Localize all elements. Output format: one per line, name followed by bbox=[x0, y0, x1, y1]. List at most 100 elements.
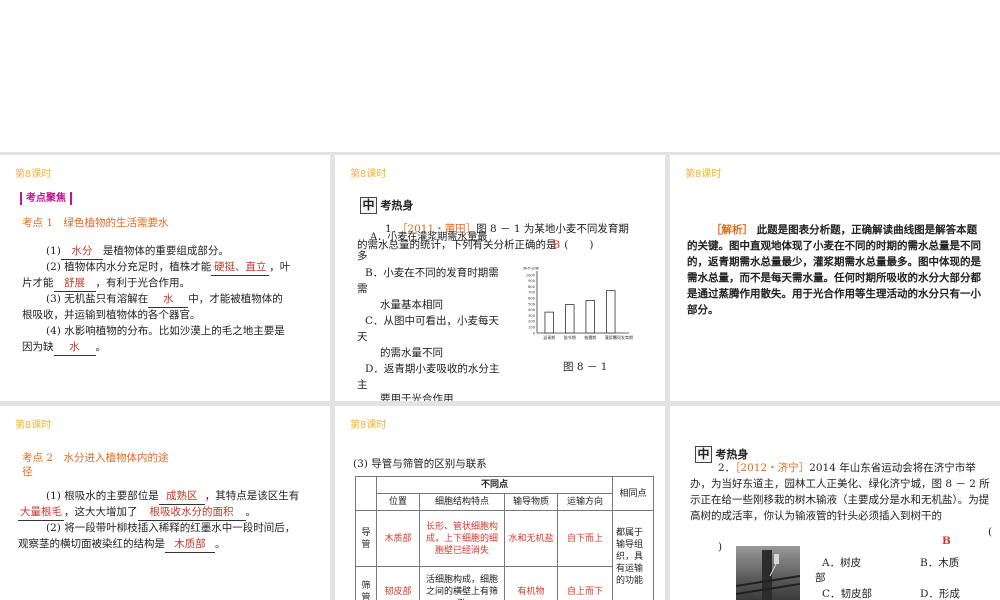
option-d[interactable]: D．形成 bbox=[920, 586, 960, 600]
y-tick-label: 0 bbox=[533, 331, 536, 335]
y-tick-label: 800 bbox=[528, 285, 536, 289]
row-sieve-structure: 活细胞构成，细胞之间的横壁上有筛孔 bbox=[419, 566, 505, 600]
row-sieve-position: 韧皮部 bbox=[376, 566, 420, 600]
answer-blank: 硬挺、直立 bbox=[211, 259, 270, 276]
line-4: 观察茎的横切面被染红的结构是 木质部。 bbox=[18, 536, 226, 553]
row-vessel-position: 木质部 bbox=[376, 510, 420, 567]
line-1: (1) 水分 是植物体的重要组成部分。 bbox=[46, 243, 316, 260]
figure-8-1-bar-chart: 需水总量 0100 200 300 400 500600 700 800 900 1000 返青期 拔… bbox=[523, 267, 633, 340]
option-d-cont-2: 要用于光合作用 bbox=[380, 393, 454, 401]
lesson-header: 第8课时 bbox=[685, 169, 722, 180]
answer-blank: 舒展 bbox=[53, 275, 96, 292]
header-direction: 运输方向 bbox=[557, 493, 613, 511]
point-title: 考点 1 绿色植物的生活需要水 bbox=[22, 217, 169, 229]
comparison-table: 不同点 相同点 位置 细胞结构特点 输导物质 运输方向 导管 木质部 长形、管状… bbox=[355, 476, 654, 600]
table-corner bbox=[355, 476, 377, 511]
tree-infusion-photo bbox=[735, 546, 801, 600]
top-blank-area bbox=[0, 0, 1000, 152]
option-c-cont-1: 天 bbox=[357, 331, 368, 343]
option-a[interactable]: A．树皮 bbox=[822, 555, 861, 571]
option-b-cont-2: 水量基本相同 bbox=[380, 299, 443, 311]
option-c[interactable]: C．韧皮部 bbox=[822, 586, 872, 600]
option-b[interactable]: B．木质 bbox=[920, 555, 959, 571]
x-tick-label: 拔节期 bbox=[564, 334, 576, 340]
table-title: (3) 导管与筛管的区别与联系 bbox=[353, 458, 487, 470]
line-3: (2) 将一段带叶柳枝插入稀释的红墨水中一段时间后， bbox=[46, 522, 296, 534]
line-4: (3) 无机盐只有溶解在水中，才能被植物体的 bbox=[46, 291, 316, 308]
line-2: (2) 植物体内水分充足时，植株才能 硬挺、直立 ，叶 bbox=[46, 259, 316, 276]
slide-2[interactable]: 第8课时 中 考热身 1．［2011・莆田］图 8 － 1 为某地小麦不同发育期… bbox=[335, 155, 665, 401]
answer-blank: 水 bbox=[53, 339, 96, 356]
section-heading: 中 考热身 bbox=[360, 197, 413, 214]
point-title: 考点 2 水分进入植物体内的途 bbox=[22, 452, 169, 464]
zhong-box: 中 bbox=[360, 197, 377, 214]
slide-5[interactable]: 第8课时 (3) 导管与筛管的区别与联系 不同点 相同点 位置 细胞结构特点 输… bbox=[335, 406, 665, 600]
option-d-cont-1: 主 bbox=[357, 379, 368, 391]
lesson-header: 第8课时 bbox=[350, 420, 387, 431]
y-tick-label: 400 bbox=[528, 308, 536, 312]
slide-6[interactable]: 中 考热身 2．［2012・济宁］2014 年山东省运动会将在济宁市举办，为当好… bbox=[670, 406, 1000, 600]
y-tick-label: 900 bbox=[528, 279, 536, 283]
analysis-label: ［解析］ bbox=[711, 224, 753, 236]
analysis-paragraph: ［解析］ 此题是图表分析题，正确解读曲线图是解答本题的关键。图中直观地体现了小麦… bbox=[687, 222, 987, 318]
option-a[interactable]: A．小麦在灌浆期需水量最 bbox=[370, 230, 520, 246]
row-sieve-substance: 有机物 bbox=[504, 566, 558, 600]
line-1: (1) 根吸水的主要部位是 成熟区 ，其特点是该区生有 bbox=[46, 488, 316, 505]
y-tick-label: 600 bbox=[528, 297, 536, 301]
bar bbox=[585, 300, 595, 334]
row-sieve-direction: 自上而下 bbox=[557, 566, 613, 600]
x-tick-label: 抽穗期 bbox=[584, 334, 596, 340]
line-2: 大量根毛 ，这大大增加了 根吸收水分的面积。 bbox=[18, 504, 318, 521]
tree-trunk-icon bbox=[735, 550, 801, 600]
point-title-cont: 径 bbox=[22, 466, 33, 478]
y-tick-label: 1000 bbox=[526, 273, 536, 277]
paren-left: ( bbox=[988, 526, 993, 538]
answer-blank: 木质部 bbox=[165, 536, 215, 553]
option-c-cont-2: 的需水量不同 bbox=[380, 347, 443, 359]
header-position: 位置 bbox=[376, 493, 420, 511]
answer-blank: 水分 bbox=[60, 243, 103, 260]
paren-right: ) bbox=[718, 541, 723, 553]
option-b-cont-1: 需 bbox=[357, 283, 368, 295]
bar bbox=[606, 290, 616, 334]
x-axis-label: 不同发育期 bbox=[613, 334, 633, 340]
answer-blank: 大量根毛 bbox=[18, 504, 64, 521]
question-2: 2．［2012・济宁］2014 年山东省运动会将在济宁市举办，为当好东道主，园林… bbox=[690, 462, 990, 522]
option-b-cont: 部 bbox=[815, 572, 826, 584]
lesson-header: 第8课时 bbox=[15, 420, 52, 431]
header-structure: 细胞结构特点 bbox=[419, 493, 505, 511]
header-different: 不同点 bbox=[376, 476, 613, 494]
analysis-text: 此题是图表分析题，正确解读曲线图是解答本题的关键。图中直观地体现了小麦在不同的时… bbox=[687, 224, 981, 316]
option-a-cont: 多 bbox=[357, 250, 368, 262]
y-tick-label: 200 bbox=[528, 320, 536, 324]
y-tick-label: 700 bbox=[528, 291, 536, 295]
header-substance: 输导物质 bbox=[504, 493, 558, 511]
section-box: 考点聚焦 bbox=[20, 192, 72, 205]
y-axis-label: 需水总量 bbox=[523, 267, 539, 270]
row-vessel-name: 导管 bbox=[355, 510, 377, 567]
option-d[interactable]: D．返青期小麦吸收的水分主 bbox=[365, 361, 515, 377]
lesson-header: 第8课时 bbox=[15, 169, 52, 180]
comparison-table-wrap: 不同点 相同点 位置 细胞结构特点 输导物质 运输方向 导管 木质部 长形、管状… bbox=[355, 476, 654, 600]
y-tick-label: 500 bbox=[528, 302, 536, 306]
answer-blank: 成熟区 bbox=[158, 488, 205, 505]
row-vessel-direction: 自下而上 bbox=[557, 510, 613, 567]
row-sieve-name: 筛管 bbox=[355, 566, 377, 600]
row-vessel-structure: 长形、管状细胞构成，上下细胞的细胞壁已经消失 bbox=[419, 510, 505, 567]
bar bbox=[544, 311, 554, 334]
option-b[interactable]: B．小麦在不同的发育时期需 bbox=[365, 265, 515, 281]
y-tick-label: 100 bbox=[528, 326, 536, 330]
row-vessel-substance: 水和无机盐 bbox=[504, 510, 558, 567]
slide-3[interactable]: 第8课时 ［解析］ 此题是图表分析题，正确解读曲线图是解答本题的关键。图中直观地… bbox=[670, 155, 1000, 401]
header-same: 相同点 bbox=[612, 476, 654, 511]
x-tick-label: 返青期 bbox=[543, 334, 555, 340]
answer-blank: 根吸收水分的面积 bbox=[137, 504, 246, 521]
slide-1[interactable]: 第8课时 考点聚焦 考点 1 绿色植物的生活需要水 (1) 水分 是植物体的重要组成… bbox=[0, 155, 330, 401]
answer-blank: 水 bbox=[148, 291, 189, 308]
line-5: 根吸收，并运输到植物体的各个器官。 bbox=[22, 309, 201, 321]
line-3: 片才能 舒展 ，有利于光合作用。 bbox=[22, 275, 317, 292]
option-c[interactable]: C．从图中可看出，小麦每天 bbox=[365, 313, 515, 329]
line-7: 因为缺水。 bbox=[22, 339, 106, 356]
slide-4[interactable]: 第8课时 考点 2 水分进入植物体内的途 径 (1) 根吸水的主要部位是 成熟区，… bbox=[0, 406, 330, 600]
lesson-header: 第8课时 bbox=[350, 169, 387, 180]
